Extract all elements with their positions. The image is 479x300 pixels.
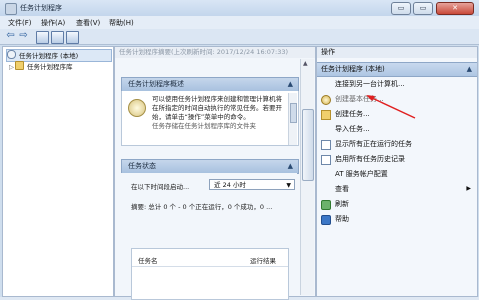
annotation-arrow-icon: [366, 95, 416, 119]
app-window: 任务计划程序 ▭ ▭ ✕ 文件(F) 操作(A) 查看(V) 帮助(H) ⇦ ⇨…: [0, 0, 479, 300]
